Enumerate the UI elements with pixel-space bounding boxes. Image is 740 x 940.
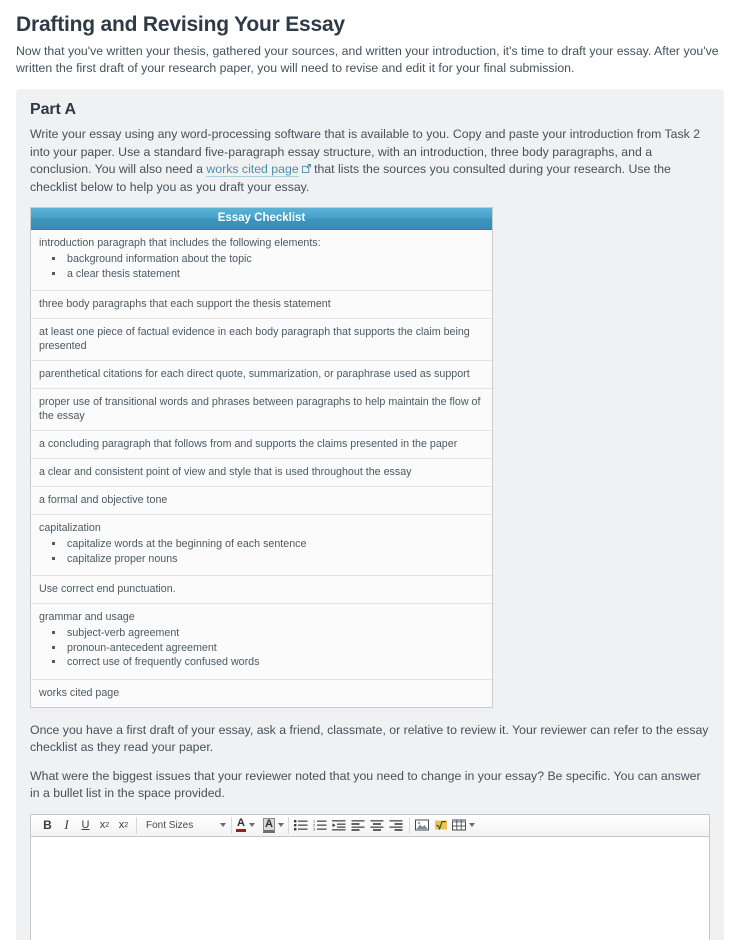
checklist-row-text: Use correct end punctuation.: [39, 583, 176, 596]
checklist-row-text: a concluding paragraph that follows from…: [39, 438, 458, 451]
activity-page: Drafting and Revising Your Essay Now tha…: [0, 12, 740, 940]
bold-icon[interactable]: B: [38, 817, 57, 834]
underline-icon[interactable]: U: [76, 817, 95, 834]
external-link-icon: [301, 164, 311, 174]
checklist-row-text: capitalization: [39, 522, 101, 535]
bullet-list-icon[interactable]: [292, 817, 311, 834]
checklist-row-text: grammar and usage: [39, 611, 135, 624]
chevron-down-icon: [220, 823, 226, 828]
highlight-color-glyph: A: [262, 817, 275, 833]
highlight-color-chevron-down-icon: [277, 823, 284, 828]
checklist-row-text: at least one piece of factual evidence i…: [39, 326, 470, 353]
indent-icon[interactable]: [330, 817, 349, 834]
checklist-row-bullets: subject-verb agreementpronoun-antecedent…: [39, 626, 484, 670]
toolbar-group-insert: [410, 817, 479, 834]
checklist-row: at least one piece of factual evidence i…: [31, 318, 492, 360]
editor-toolbar: B I U x2 x2 Font Sizes A A 1 2 3: [30, 813, 710, 837]
essay-checklist-header: Essay Checklist: [31, 208, 492, 231]
checklist-row: a clear and consistent point of view and…: [31, 458, 492, 486]
svg-text:3: 3: [313, 827, 316, 831]
checklist-bullet-item: capitalize words at the beginning of eac…: [65, 537, 484, 552]
toolbar-group-colors: A A: [232, 816, 289, 834]
insert-table-chevron-down-icon: [468, 823, 475, 828]
superscript-exp: 2: [105, 821, 110, 829]
text-color-chevron-down-icon: [248, 823, 255, 828]
page-intro-text: Now that you've written your thesis, gat…: [16, 44, 719, 76]
checklist-row: proper use of transitional words and phr…: [31, 388, 492, 430]
toolbar-group-font-size: Font Sizes: [137, 816, 232, 834]
text-color-glyph: A: [236, 818, 246, 833]
checklist-row-text: a formal and objective tone: [39, 494, 168, 507]
toolbar-group-lists-align: 1 2 3: [289, 816, 410, 834]
checklist-row: grammar and usage subject-verb agreementp…: [31, 603, 492, 679]
checklist-bullet-item: pronoun-antecedent agreement: [65, 641, 484, 656]
align-right-icon[interactable]: [387, 817, 406, 834]
checklist-row-text: three body paragraphs that each support …: [39, 298, 331, 311]
essay-checklist-rows: introduction paragraph that includes the…: [31, 230, 492, 707]
checklist-row: parenthetical citations for each direct …: [31, 360, 492, 388]
font-size-select[interactable]: Font Sizes: [140, 817, 228, 834]
checklist-bullet-item: a clear thesis statement: [65, 267, 484, 282]
toolbar-group-format: B I U x2 x2: [35, 816, 137, 834]
part-a-paragraph-2: What were the biggest issues that your r…: [30, 768, 701, 801]
checklist-row-text: introduction paragraph that includes the…: [39, 237, 321, 250]
checklist-bullet-item: background information about the topic: [65, 252, 484, 267]
align-left-icon[interactable]: [349, 817, 368, 834]
checklist-bullet-item: subject-verb agreement: [65, 626, 484, 641]
font-size-select-label: Font Sizes: [146, 819, 194, 831]
part-a-title: Part A: [30, 101, 76, 119]
part-a-instructions: Write your essay using any word-processi…: [30, 126, 710, 196]
checklist-bullet-item: capitalize proper nouns: [65, 552, 484, 567]
text-color-icon[interactable]: A: [235, 818, 256, 833]
subscript-icon[interactable]: x2: [114, 817, 133, 834]
insert-table-icon[interactable]: [451, 819, 476, 831]
part-a-paragraph-1: Once you have a first draft of your essa…: [30, 722, 709, 755]
highlight-color-icon[interactable]: A: [262, 817, 285, 833]
essay-response-textarea[interactable]: [30, 836, 710, 940]
checklist-row: capitalization capitalize words at the be…: [31, 514, 492, 575]
part-a-panel: Part A Write your essay using any word-p…: [16, 89, 724, 940]
insert-equation-icon[interactable]: [432, 817, 451, 834]
numbered-list-icon[interactable]: 1 2 3: [311, 817, 330, 834]
checklist-row: works cited page: [31, 678, 492, 707]
checklist-row: introduction paragraph that includes the…: [31, 230, 492, 290]
works-cited-page-link[interactable]: works cited page: [206, 162, 299, 178]
works-cited-page-link-label: works cited page: [206, 162, 299, 177]
checklist-row: three body paragraphs that each support …: [31, 290, 492, 318]
checklist-row: a concluding paragraph that follows from…: [31, 430, 492, 458]
checklist-row-text: parenthetical citations for each direct …: [39, 368, 470, 381]
insert-image-icon[interactable]: [413, 817, 432, 834]
checklist-row-bullets: capitalize words at the beginning of eac…: [39, 537, 484, 566]
checklist-row-text: works cited page: [39, 686, 120, 699]
align-center-icon[interactable]: [368, 817, 387, 834]
checklist-row-text: a clear and consistent point of view and…: [39, 466, 412, 479]
italic-icon[interactable]: I: [57, 817, 76, 834]
subscript-exp: 2: [124, 821, 129, 829]
essay-checklist-table: Essay Checklist introduction paragraph t…: [30, 207, 493, 708]
rich-text-editor: B I U x2 x2 Font Sizes A A 1 2 3: [30, 813, 710, 940]
checklist-row: Use correct end punctuation.: [31, 575, 492, 603]
checklist-row-bullets: background information about the topica …: [39, 252, 484, 281]
checklist-row-text: proper use of transitional words and phr…: [39, 396, 481, 423]
page-title: Drafting and Revising Your Essay: [16, 13, 345, 36]
superscript-icon[interactable]: x2: [95, 817, 114, 834]
checklist-row: a formal and objective tone: [31, 486, 492, 514]
checklist-bullet-item: correct use of frequently confused words: [65, 655, 484, 670]
